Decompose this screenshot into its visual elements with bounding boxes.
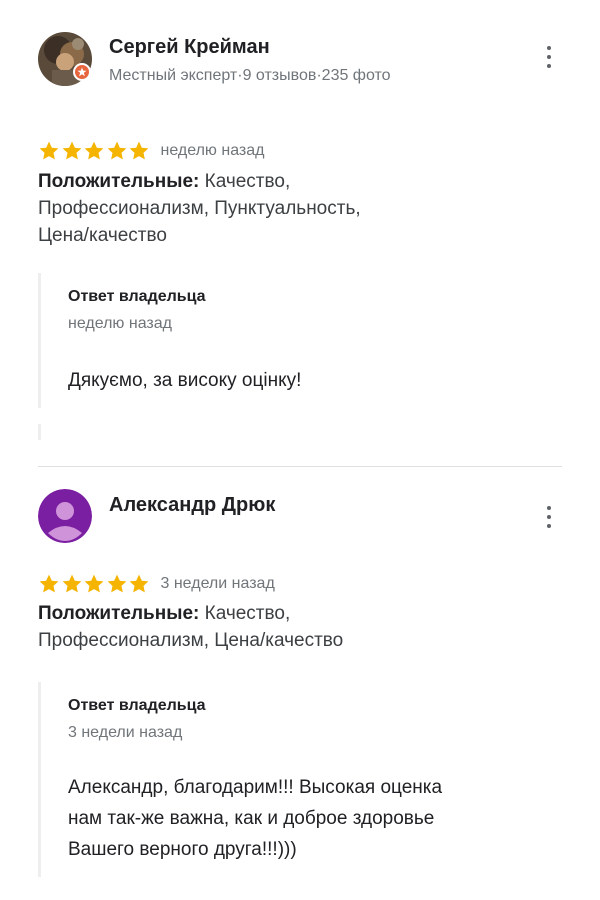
star-icon bbox=[39, 574, 59, 593]
review-card: Александр Дрюк 3 недели назад Положитель… bbox=[0, 467, 600, 900]
star-icon bbox=[107, 141, 126, 160]
positives-label: Положительные: bbox=[38, 171, 200, 192]
star-icon bbox=[84, 141, 104, 160]
positives-line: Цена/качество bbox=[38, 225, 167, 246]
star-icon bbox=[107, 574, 126, 593]
more-vert-icon[interactable] bbox=[540, 43, 558, 71]
positives-label: Положительные: bbox=[38, 603, 200, 624]
review-card: Сергей Крейман Местный эксперт·9 отзывов… bbox=[0, 0, 600, 466]
person-icon bbox=[38, 489, 92, 543]
star-icon bbox=[62, 141, 81, 160]
local-guide-badge-icon bbox=[73, 63, 91, 81]
reply-text-line: нам так-же важна, как и доброе здоровье bbox=[68, 808, 435, 829]
author-name[interactable]: Сергей Крейман bbox=[109, 36, 270, 59]
positives-line: Профессионализм, Цена/качество bbox=[38, 630, 344, 651]
positives-text: Положительные: Качество, Профессионализм… bbox=[38, 600, 458, 654]
positives-text: Положительные: Качество, Профессионализм… bbox=[38, 168, 458, 249]
rating-row: 3 недели назад bbox=[38, 573, 275, 595]
reply-title: Ответ владельца bbox=[68, 697, 206, 714]
positives-line: Качество, bbox=[204, 603, 291, 624]
reply-text: Александр, благодарим!!! Высокая оценка … bbox=[68, 772, 538, 865]
star-icon bbox=[39, 141, 59, 160]
star-icon bbox=[129, 574, 149, 593]
star-icon bbox=[84, 574, 104, 593]
reply-date: неделю назад bbox=[68, 315, 172, 332]
avatar[interactable] bbox=[38, 489, 92, 543]
author-meta[interactable]: Местный эксперт·9 отзывов·235 фото bbox=[109, 67, 391, 85]
owner-reply: Ответ владельца 3 недели назад Александр… bbox=[38, 682, 558, 877]
more-vert-icon[interactable] bbox=[540, 503, 558, 531]
star-rating bbox=[38, 573, 151, 595]
positives-line: Качество, bbox=[204, 171, 291, 192]
reply-border-fragment bbox=[38, 424, 41, 440]
star-icon bbox=[62, 574, 81, 593]
reply-title: Ответ владельца bbox=[68, 288, 206, 305]
rating-row: неделю назад bbox=[38, 140, 265, 162]
positives-line: Профессионализм, Пунктуальность, bbox=[38, 198, 361, 219]
review-date: 3 недели назад bbox=[160, 575, 275, 592]
reply-date: 3 недели назад bbox=[68, 724, 183, 741]
author-name[interactable]: Александр Дрюк bbox=[109, 494, 275, 517]
reply-text-line: Александр, благодарим!!! Высокая оценка bbox=[68, 777, 443, 798]
review-date: неделю назад bbox=[160, 142, 265, 159]
star-rating bbox=[38, 140, 151, 162]
owner-reply: Ответ владельца неделю назад Дякуємо, за… bbox=[38, 273, 558, 408]
reply-text: Дякуємо, за високу оцінку! bbox=[68, 370, 302, 391]
reply-text-line: Вашего верного друга!!!))) bbox=[68, 839, 297, 860]
star-icon bbox=[129, 141, 149, 160]
